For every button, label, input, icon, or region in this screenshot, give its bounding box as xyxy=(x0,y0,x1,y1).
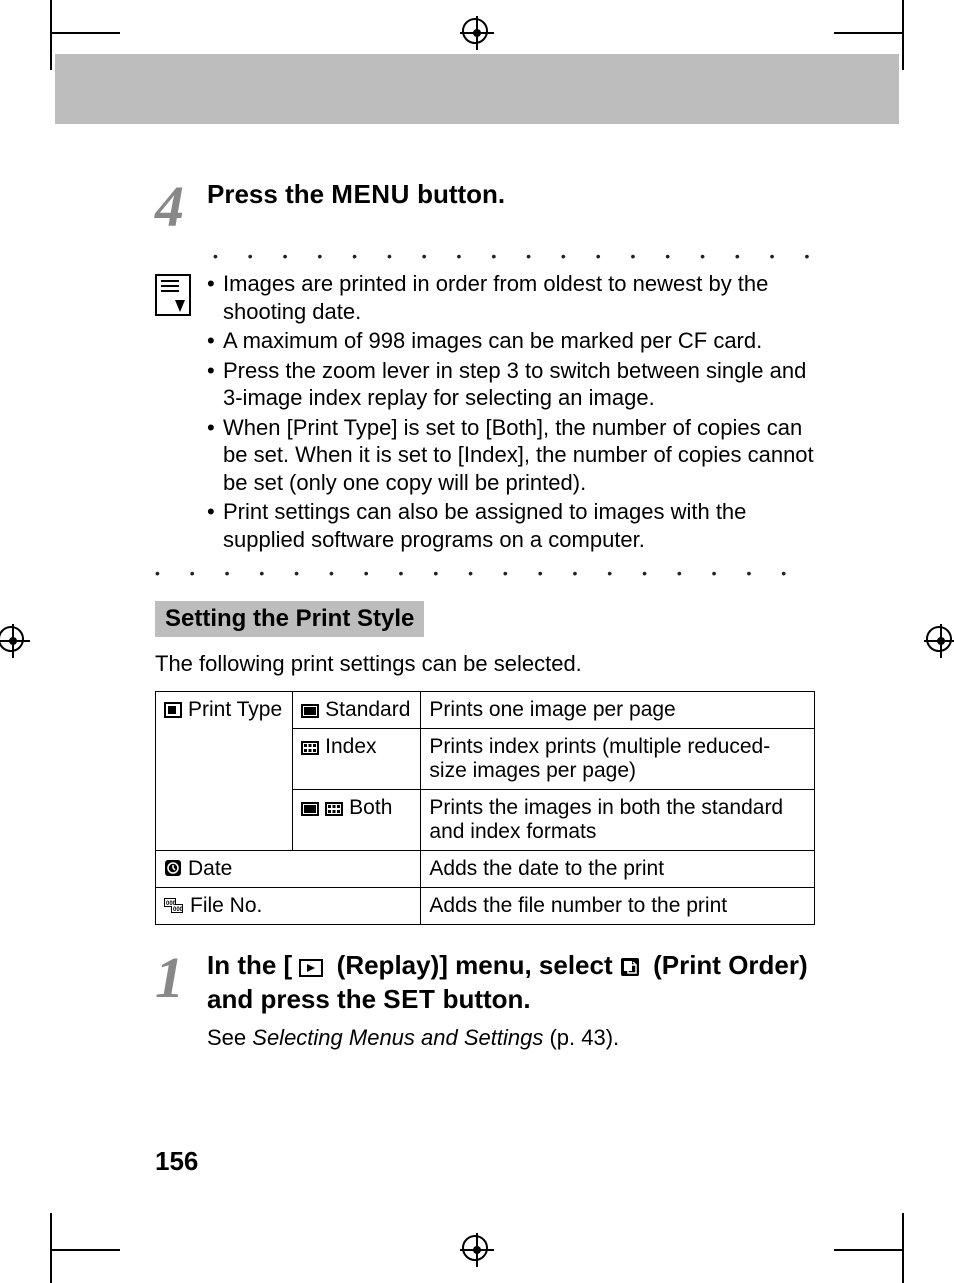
step-1-text: In the [ (Replay)] menu, select (Print O… xyxy=(207,949,815,1017)
step-number-4: 4 xyxy=(155,184,195,230)
svg-text:000: 000 xyxy=(173,907,184,913)
table-row: Print Type Standard Prints one image per… xyxy=(156,692,815,729)
print-order-icon xyxy=(620,957,640,977)
menu-label: MENU xyxy=(331,179,410,209)
file-no-icon: 000000 xyxy=(164,898,184,914)
cell-standard-desc: Prints one image per page xyxy=(421,692,815,729)
section-intro: The following print settings can be sele… xyxy=(155,651,815,677)
cell-standard: Standard xyxy=(293,692,421,729)
registration-target-top xyxy=(460,16,494,50)
step-1: 1 In the [ (Replay)] menu, select (Print… xyxy=(155,949,815,1017)
cell-fileno-desc: Adds the file number to the print xyxy=(421,888,815,925)
section-title: Setting the Print Style xyxy=(155,601,424,637)
page-number: 156 xyxy=(155,1146,198,1177)
step-4-text: Press the MENU button. xyxy=(207,178,815,212)
print-type-icon xyxy=(164,702,182,718)
note-item: Press the zoom lever in step 3 to switch… xyxy=(207,357,815,412)
header-banner xyxy=(55,54,899,124)
replay-icon xyxy=(299,959,323,977)
note-list: Images are printed in order from oldest … xyxy=(207,270,815,555)
cell-date-desc: Adds the date to the print xyxy=(421,851,815,888)
registration-target-right xyxy=(924,624,954,658)
note-icon xyxy=(155,274,191,316)
note-item: A maximum of 998 images can be marked pe… xyxy=(207,327,815,355)
standard-icon xyxy=(301,802,319,816)
divider-dots-bottom: • • • • • • • • • • • • • • • • • • • • … xyxy=(155,565,815,581)
cell-date: Date xyxy=(156,851,421,888)
date-icon xyxy=(164,859,182,877)
index-icon xyxy=(301,741,319,755)
divider-dots-top: • • • • • • • • • • • • • • • • • • • • … xyxy=(213,248,815,264)
step-4: 4 Press the MENU button. xyxy=(155,178,815,230)
cell-index: Index xyxy=(293,729,421,790)
index-icon xyxy=(325,802,343,816)
cell-both-desc: Prints the images in both the standard a… xyxy=(421,790,815,851)
cell-both: Both xyxy=(293,790,421,851)
note-item: When [Print Type] is set to [Both], the … xyxy=(207,414,815,497)
note-item: Images are printed in order from oldest … xyxy=(207,270,815,325)
registration-target-left xyxy=(0,624,30,658)
table-row: 000000 File No. Adds the file number to … xyxy=(156,888,815,925)
step-1-subtext: See Selecting Menus and Settings (p. 43)… xyxy=(207,1025,815,1051)
standard-icon xyxy=(301,704,319,718)
cell-print-type: Print Type xyxy=(156,692,293,851)
note-item: Print settings can also be assigned to i… xyxy=(207,498,815,553)
set-label: SET xyxy=(383,984,435,1014)
cell-index-desc: Prints index prints (multiple reduced-si… xyxy=(421,729,815,790)
cell-fileno: 000000 File No. xyxy=(156,888,421,925)
table-row: Date Adds the date to the print xyxy=(156,851,815,888)
print-settings-table: Print Type Standard Prints one image per… xyxy=(155,691,815,925)
registration-target-bottom xyxy=(460,1233,494,1267)
step-number-1: 1 xyxy=(155,955,195,1001)
